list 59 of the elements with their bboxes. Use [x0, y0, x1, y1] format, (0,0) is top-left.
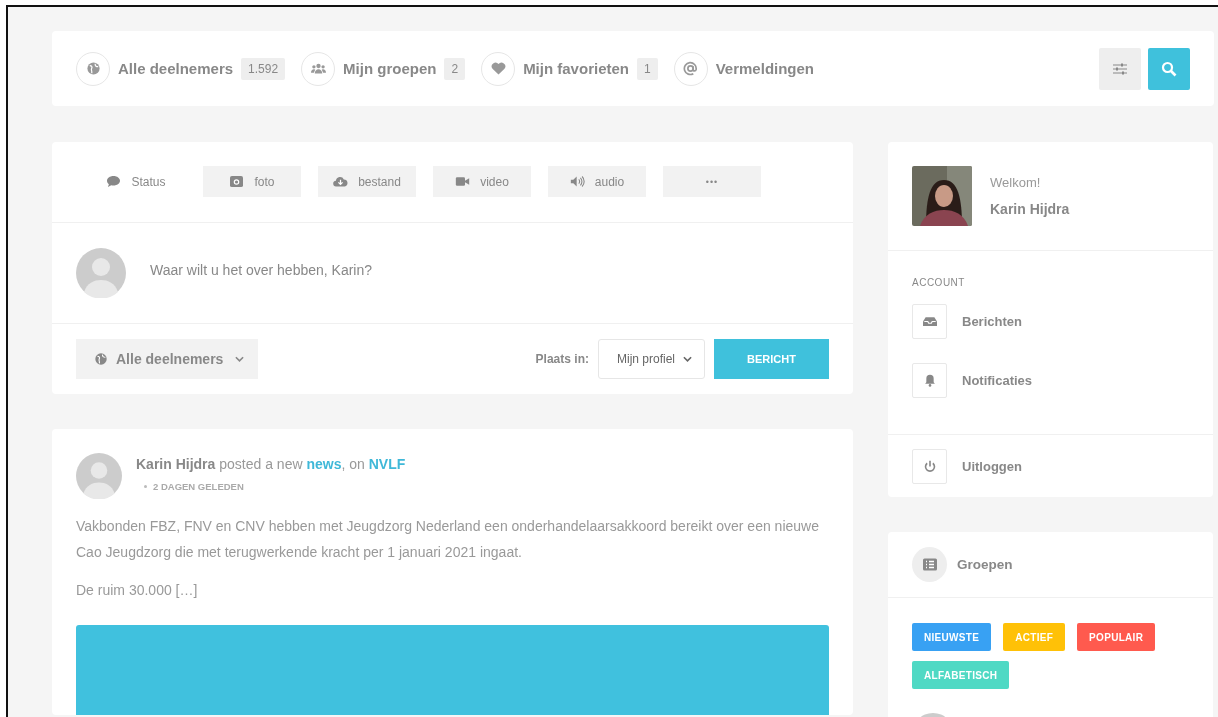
- logout-item[interactable]: Uitloggen: [912, 449, 1189, 484]
- heart-icon: [490, 61, 506, 76]
- nav-link[interactable]: Alle deelnemers 1.592: [76, 51, 286, 86]
- video-camera-icon: [455, 175, 471, 188]
- avatar-placeholder: [76, 248, 126, 298]
- inbox-icon: [922, 315, 937, 328]
- nav-label: Vermeldingen: [715, 60, 815, 77]
- globe-icon: [85, 61, 101, 76]
- avatar-placeholder: [76, 453, 122, 499]
- post-type-tab[interactable]: audio: [548, 166, 646, 197]
- globe-icon: [94, 352, 108, 366]
- speech-bubble-icon: [106, 175, 122, 188]
- post-type-tab[interactable]: Status: [86, 166, 186, 197]
- dot-icon: [144, 485, 147, 488]
- privacy-dropdown[interactable]: Alle deelnemers: [76, 339, 259, 379]
- caret-icon: [235, 356, 245, 362]
- post-type-tab[interactable]: •••: [663, 166, 761, 197]
- filter-button[interactable]: [1099, 47, 1141, 90]
- nav-label: Mijn favorieten: [523, 60, 629, 77]
- post-time: 2 DAGEN GELEDEN: [153, 481, 244, 492]
- power-icon: [922, 460, 937, 473]
- group-filter-button[interactable]: ALFABETISCH: [912, 661, 1010, 689]
- author-link[interactable]: Karin Hijdra: [136, 456, 216, 472]
- post-in-label: Plaats in:: [535, 352, 589, 366]
- cloud-download-icon: [333, 175, 349, 188]
- post-type-tab[interactable]: bestand: [318, 166, 416, 197]
- account-menu-item[interactable]: Berichten: [912, 304, 1189, 339]
- group-filter-button[interactable]: POPULAIR: [1077, 623, 1156, 651]
- nav-label: Alle deelnemers: [118, 60, 234, 77]
- post-in-select[interactable]: Mijn profiel: [597, 339, 705, 379]
- nav-link[interactable]: Vermeldingen: [673, 51, 815, 86]
- nav-label: Mijn groepen: [343, 60, 437, 77]
- groups-title: Groepen: [957, 557, 1013, 572]
- count-badge: 1.592: [241, 57, 286, 80]
- camera-icon: [229, 175, 245, 188]
- nav-link[interactable]: Mijn groepen 2: [301, 51, 466, 86]
- search-icon: [1161, 60, 1177, 77]
- welcome-text: Welkom!: [990, 175, 1042, 190]
- user-name: Karin Hijdra: [990, 201, 1070, 217]
- list-icon: [922, 558, 937, 571]
- section-heading: ACCOUNT: [912, 277, 966, 288]
- group-link[interactable]: NVLF: [368, 456, 406, 472]
- post-headline: Karin Hijdra posted a new news, on NVLF: [136, 455, 406, 472]
- count-badge: 2: [444, 57, 466, 80]
- nav-link[interactable]: Mijn favorieten 1: [481, 51, 658, 86]
- post-text: Vakbonden FBZ, FNV en CNV hebben met Jeugdzorg Nederland een onderhandelaarsakkoord bereikt over een nieuwe Cao Jeugdzorg die met terugwerkende kracht per 1 januari 2021 ingaat.: [76, 517, 820, 562]
- search-button[interactable]: [1148, 47, 1190, 90]
- post-type-tab[interactable]: video: [433, 166, 531, 197]
- account-menu-item[interactable]: Notificaties: [912, 363, 1189, 398]
- submit-button[interactable]: BERICHT: [714, 339, 829, 379]
- post-type-tab[interactable]: foto: [203, 166, 301, 197]
- post-text: De ruim 30.000 […]: [76, 581, 199, 600]
- bell-icon: [922, 374, 937, 387]
- at-icon: [683, 61, 699, 76]
- caret-icon: [683, 356, 692, 362]
- users-icon: [310, 61, 326, 76]
- speaker-icon: [569, 175, 585, 188]
- group-filter-button[interactable]: NIEUWSTE: [912, 623, 992, 651]
- count-badge: 1: [637, 57, 658, 80]
